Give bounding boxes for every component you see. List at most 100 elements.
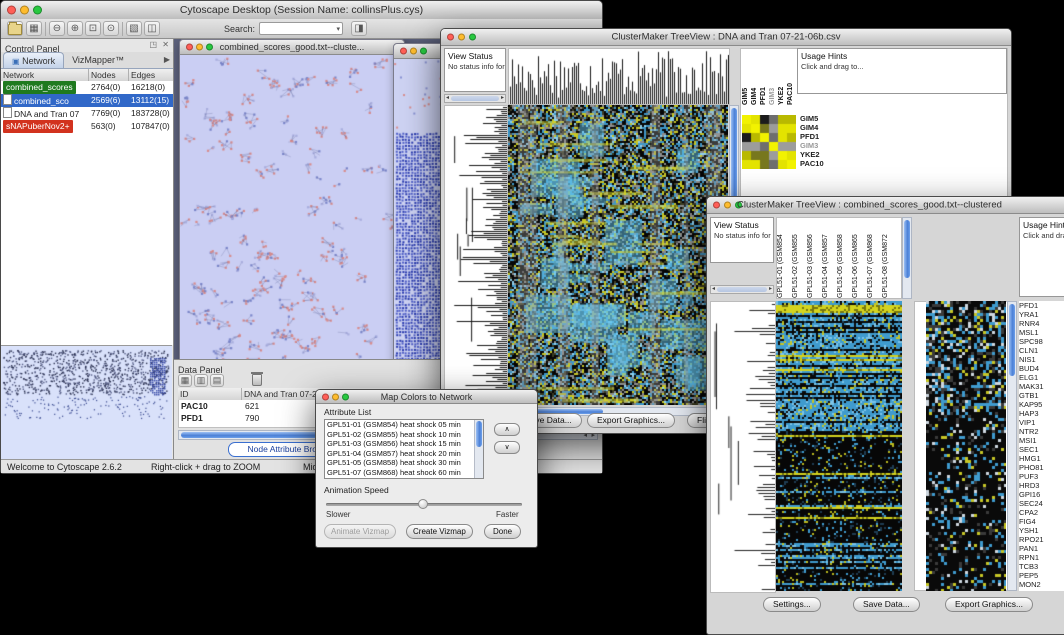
tab-network[interactable]: ▣ Network: [3, 52, 64, 68]
row-dendrogram-hscrollbar[interactable]: ◂ ▸: [444, 94, 506, 103]
attribute-table-icon[interactable]: ▥: [194, 374, 208, 387]
gene-label[interactable]: NTR2: [1019, 427, 1064, 436]
gene-label[interactable]: PUF3: [1019, 472, 1064, 481]
gene-label[interactable]: CPA2: [1019, 508, 1064, 517]
network-row[interactable]: combined_scores 2764(0) 16218(0): [1, 81, 173, 94]
scrollbar-track[interactable]: [717, 287, 767, 292]
export-graphics-button[interactable]: Export Graphics...: [945, 597, 1033, 612]
done-button[interactable]: Done: [484, 524, 521, 539]
tv2-row-dendrogram[interactable]: [711, 302, 775, 592]
column-header-vscrollbar[interactable]: [902, 217, 912, 299]
annotation-icon[interactable]: ◨: [351, 21, 367, 36]
tv1-heatmap-canvas[interactable]: [508, 105, 728, 405]
summary-heatmap[interactable]: [926, 301, 1006, 591]
attribute-list[interactable]: GPL51-01 (GSM854) heat shock 05 minGPL51…: [324, 419, 484, 479]
scroll-right-icon[interactable]: ▸: [768, 286, 773, 293]
treeview-combined-titlebar[interactable]: ClusterMaker TreeView : combined_scores_…: [707, 197, 1064, 214]
cytoscape-titlebar[interactable]: Cytoscape Desktop (Session Name: collins…: [1, 1, 602, 20]
zoom-in-icon[interactable]: ⊕: [67, 21, 83, 36]
gene-label[interactable]: YSH1: [1019, 526, 1064, 535]
correlation-matrix[interactable]: [742, 115, 796, 169]
attribute-item[interactable]: GPL51-03 (GSM856) heat shock 15 min: [325, 439, 483, 449]
gene-label[interactable]: HAP3: [1019, 409, 1064, 418]
gene-label[interactable]: MSI1: [1019, 436, 1064, 445]
network-view-titlebar[interactable]: combined_scores_good.txt--cluste...: [180, 40, 404, 55]
zoom-button[interactable]: [420, 48, 427, 55]
gene-label[interactable]: PEP5: [1019, 571, 1064, 580]
heatmap[interactable]: [508, 105, 728, 405]
move-up-button[interactable]: ∧: [494, 423, 520, 436]
attribute-item[interactable]: GPL51-05 (GSM858) heat shock 30 min: [325, 458, 483, 468]
gene-label[interactable]: ELG1: [1019, 373, 1064, 382]
animate-vizmap-button[interactable]: Animate Vizmap: [324, 524, 396, 539]
settings-button[interactable]: Settings...: [763, 597, 821, 612]
tab-vizmapper[interactable]: VizMapper™: [64, 52, 132, 68]
map-colors-titlebar[interactable]: Map Colors to Network: [316, 390, 537, 404]
gene-label[interactable]: NIS1: [1019, 355, 1064, 364]
gene-label[interactable]: RPN1: [1019, 553, 1064, 562]
row-dendrogram[interactable]: [710, 301, 776, 593]
zoom-out-icon[interactable]: ⊖: [49, 21, 65, 36]
gene-label[interactable]: MAK31: [1019, 382, 1064, 391]
attribute-list-vscrollbar[interactable]: [474, 420, 483, 478]
scrollbar-thumb[interactable]: [476, 421, 482, 447]
create-vizmap-button[interactable]: Create Vizmap: [406, 524, 473, 539]
animation-speed-slider[interactable]: [326, 498, 522, 510]
gene-label[interactable]: SEC1: [1019, 445, 1064, 454]
column-dendrogram[interactable]: [508, 48, 730, 105]
grid-view-icon[interactable]: ▧: [126, 21, 142, 36]
tv2-heatmap-canvas[interactable]: [776, 301, 902, 591]
gene-label[interactable]: GTB1: [1019, 391, 1064, 400]
row-dendrogram[interactable]: [444, 105, 508, 407]
gene-label[interactable]: VIP1: [1019, 418, 1064, 427]
attribute-item[interactable]: GPL51-02 (GSM855) heat shock 10 min: [325, 430, 483, 440]
gene-label[interactable]: FIG4: [1019, 517, 1064, 526]
gene-label[interactable]: RNR4: [1019, 319, 1064, 328]
gene-label[interactable]: PAN1: [1019, 544, 1064, 553]
gene-label[interactable]: GPI16: [1019, 490, 1064, 499]
gene-label[interactable]: SEC24: [1019, 499, 1064, 508]
zoom-selected-icon[interactable]: ⊙: [103, 21, 119, 36]
heatmap[interactable]: [776, 301, 902, 591]
create-attribute-icon[interactable]: ▤: [210, 374, 224, 387]
gene-label[interactable]: BUD4: [1019, 364, 1064, 373]
tv1-row-dendrogram[interactable]: [445, 106, 507, 406]
slider-thumb[interactable]: [418, 499, 428, 509]
gene-label[interactable]: TCB3: [1019, 562, 1064, 571]
gene-label[interactable]: MON2: [1019, 580, 1064, 589]
network-row[interactable]: sNAPuberNov2+ 563(0) 107847(0): [1, 120, 173, 133]
select-attributes-icon[interactable]: ▦: [178, 374, 192, 387]
gene-label[interactable]: PFD1: [1019, 301, 1064, 310]
network-file-icon[interactable]: ▦: [26, 21, 42, 36]
gene-label[interactable]: RPO21: [1019, 535, 1064, 544]
gene-label[interactable]: YRA1: [1019, 310, 1064, 319]
search-input[interactable]: ▾: [259, 22, 343, 35]
move-down-button[interactable]: ∨: [494, 441, 520, 454]
close-panel-icon[interactable]: ✕: [162, 40, 169, 49]
attribute-item[interactable]: GPL51-04 (GSM857) heat shock 20 min: [325, 449, 483, 459]
open-folder-icon[interactable]: [7, 21, 23, 36]
treeview-dna-titlebar[interactable]: ClusterMaker TreeView : DNA and Tran 07-…: [441, 29, 1011, 46]
gene-label[interactable]: PHO81: [1019, 463, 1064, 472]
close-button[interactable]: [400, 48, 407, 55]
birdseye-view[interactable]: [1, 345, 172, 460]
float-panel-icon[interactable]: ◳: [149, 40, 157, 49]
gene-label[interactable]: HMG1: [1019, 454, 1064, 463]
gene-label[interactable]: KAP95: [1019, 400, 1064, 409]
save-data-button[interactable]: Save Data...: [853, 597, 920, 612]
trash-icon[interactable]: [252, 374, 262, 386]
scroll-right-icon[interactable]: ▸: [500, 95, 505, 102]
network-row[interactable]: DNA and Tran 07 7769(0) 183728(0): [1, 107, 173, 120]
gene-label[interactable]: SPC98: [1019, 337, 1064, 346]
gene-list-vscrollbar[interactable]: [1007, 301, 1017, 591]
gene-label[interactable]: HRD3: [1019, 481, 1064, 490]
birdseye-canvas[interactable]: [1, 346, 172, 460]
tv1-column-dendrogram[interactable]: [509, 49, 729, 104]
scrollbar-track[interactable]: [451, 96, 499, 101]
scroll-left-icon[interactable]: ◂: [711, 286, 716, 293]
scrollbar-thumb[interactable]: [904, 220, 910, 278]
scroll-left-icon[interactable]: ◂: [445, 95, 450, 102]
attribute-item[interactable]: GPL51-07 (GSM868) heat shock 60 min: [325, 468, 483, 478]
attribute-item[interactable]: GPL51-01 (GSM854) heat shock 05 min: [325, 420, 483, 430]
network-view-canvas[interactable]: [180, 55, 402, 359]
